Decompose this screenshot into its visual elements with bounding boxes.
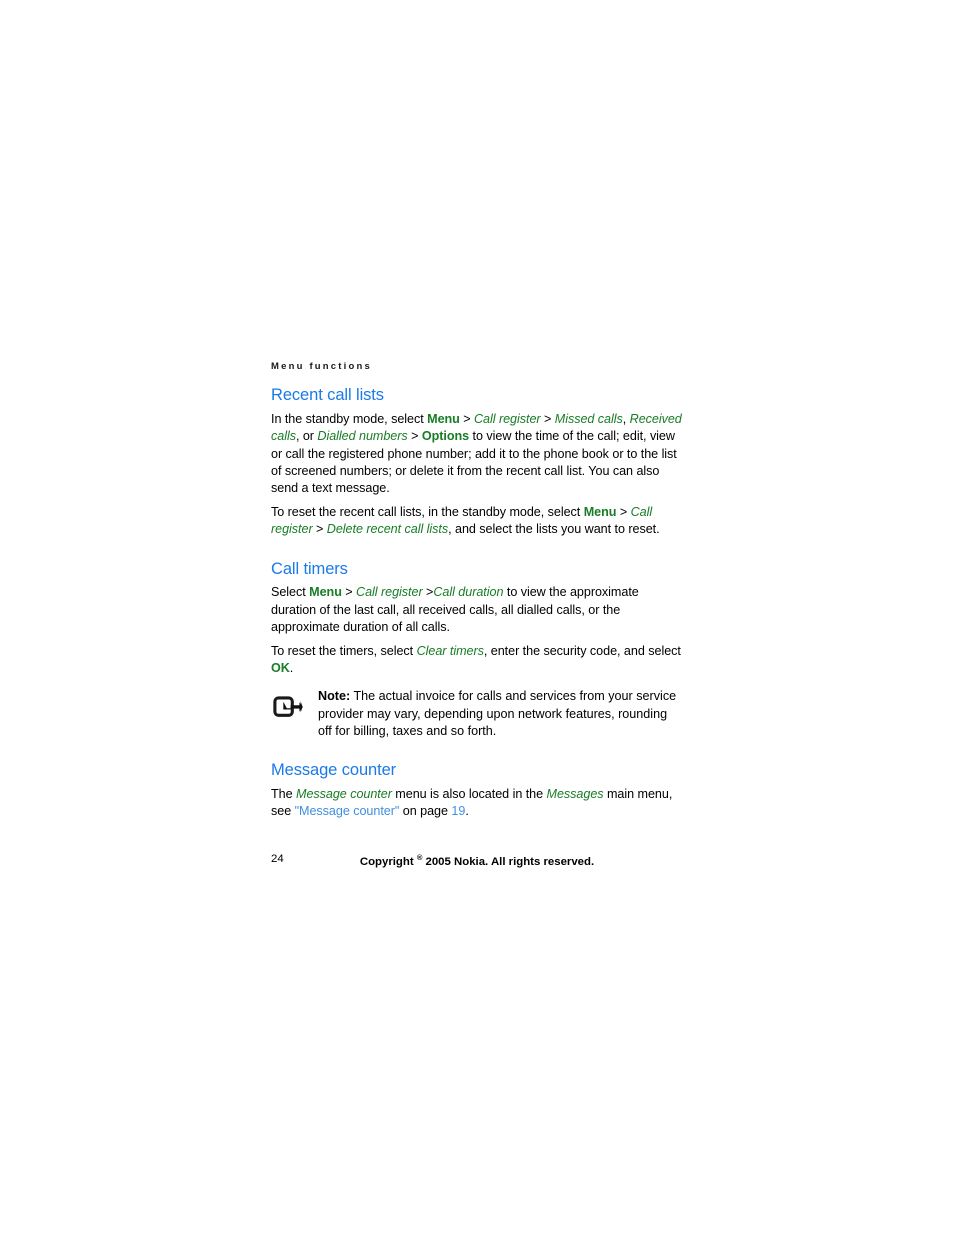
copyright-notice: Copyright ® 2005 Nokia. All rights reser…	[271, 853, 683, 868]
page-content: Menu functions Recent call lists In the …	[271, 361, 683, 820]
path-separator: >	[312, 522, 327, 537]
cross-reference-link-message-counter[interactable]: Message counter	[299, 804, 395, 818]
path-separator: >	[459, 412, 475, 427]
paragraph-call-timers-1: Select Menu > Call register >Call durati…	[271, 584, 683, 636]
paragraph-recent-call-lists-2: To reset the recent call lists, in the s…	[271, 504, 683, 538]
ui-term-delete-recent-call-lists: Delete recent call lists	[326, 522, 449, 537]
text-fragment: menu is also located in the	[391, 786, 547, 801]
text-fragment: .	[289, 661, 294, 676]
note-block: Note: The actual invoice for calls and s…	[271, 688, 683, 740]
path-separator: >	[407, 429, 422, 444]
text-fragment: To reset the timers, select	[271, 644, 417, 659]
path-separator: >	[422, 585, 434, 600]
copyright-prefix: Copyright	[359, 855, 414, 868]
ui-term-messages: Messages	[546, 786, 604, 801]
ui-term-call-register: Call register	[356, 585, 423, 600]
registered-trademark-icon: ®	[416, 853, 423, 862]
ui-term-call-duration: Call duration	[433, 585, 504, 600]
text-fragment: To reset the recent call lists, in the s…	[271, 505, 584, 520]
paragraph-call-timers-2: To reset the timers, select Clear timers…	[271, 643, 683, 677]
heading-recent-call-lists: Recent call lists	[271, 386, 384, 405]
ui-term-dialled-numbers: Dialled numbers	[317, 429, 408, 444]
text-fragment: on page	[399, 804, 452, 819]
text-fragment: , enter the security code, and select	[483, 644, 681, 659]
document-page: Menu functions Recent call lists In the …	[0, 0, 954, 1235]
note-text: Note: The actual invoice for calls and s…	[318, 688, 683, 740]
cross-reference-page-19[interactable]: 19	[451, 804, 465, 818]
paragraph-recent-call-lists-1: In the standby mode, select Menu > Call …	[271, 411, 683, 497]
ui-key-menu: Menu	[583, 505, 617, 520]
ui-key-menu: Menu	[427, 412, 460, 427]
heading-call-timers: Call timers	[271, 559, 348, 578]
path-separator: >	[341, 585, 357, 600]
path-separator: >	[616, 505, 631, 520]
text-fragment: The	[271, 786, 296, 801]
note-label: Note:	[318, 689, 351, 704]
ui-term-call-register: Call register	[474, 412, 541, 427]
text-fragment: .	[465, 804, 469, 819]
path-separator: >	[540, 412, 555, 427]
ui-term-message-counter: Message counter	[296, 786, 392, 801]
text-fragment: , or	[295, 429, 318, 444]
text-fragment: The actual invoice for calls and service…	[318, 689, 677, 738]
copyright-suffix: 2005 Nokia. All rights reserved.	[425, 855, 595, 868]
paragraph-message-counter-1: The Message counter menu is also located…	[271, 786, 683, 820]
heading-message-counter: Message counter	[271, 761, 397, 780]
text-fragment: Select	[271, 585, 310, 600]
ui-key-menu: Menu	[309, 585, 342, 600]
text-fragment: ,	[622, 412, 630, 427]
ui-term-clear-timers: Clear timers	[416, 644, 484, 659]
running-header: Menu functions	[271, 361, 372, 372]
note-pointer-icon	[273, 696, 303, 720]
ui-term-missed-calls: Missed calls	[554, 412, 623, 427]
text-fragment: In the standby mode, select	[271, 412, 428, 427]
ui-key-ok: OK	[271, 661, 290, 676]
text-fragment: , and select the lists you want to reset…	[448, 522, 660, 537]
ui-key-options: Options	[421, 429, 470, 444]
